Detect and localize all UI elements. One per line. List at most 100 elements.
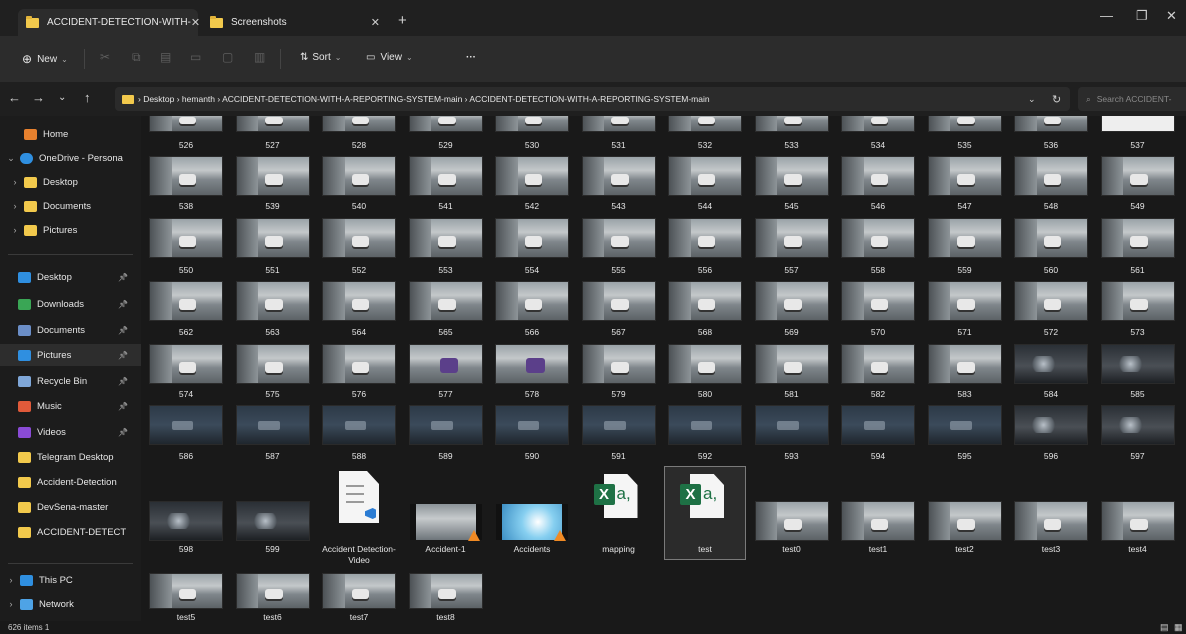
delete-icon[interactable]: ▥ (254, 51, 266, 63)
image-thumbnail (581, 344, 656, 384)
pin-icon[interactable]: 📌 (118, 351, 128, 360)
documents-icon (18, 324, 31, 336)
sidebar-item-videos[interactable]: Videos 📌 (0, 421, 141, 443)
sidebar-item-onedrive-pictures[interactable]: › Pictures (0, 219, 141, 241)
sidebar-item-desktop[interactable]: Desktop 📌 (0, 266, 141, 288)
file-name: 559 (957, 265, 972, 275)
more-options-button[interactable]: ··· (466, 52, 476, 63)
file-name: 575 (265, 389, 280, 399)
up-button[interactable]: ↑ (84, 90, 91, 105)
sidebar-item-downloads[interactable]: Downloads 📌 (0, 293, 141, 315)
rename-icon[interactable]: ▭ (190, 51, 202, 63)
sidebar-item-label: ACCIDENT-DETECT (37, 526, 127, 538)
tab-screenshots[interactable]: Screenshots ✕ (202, 9, 388, 36)
image-thumbnail (408, 573, 483, 609)
cut-icon[interactable]: ✂ (100, 51, 112, 63)
sidebar-item-telegram-desktop[interactable]: Telegram Desktop (0, 446, 141, 468)
image-thumbnail (841, 218, 915, 258)
navigation-pane: Home ⌄ OneDrive - Persona › Desktop › Do… (0, 116, 141, 621)
file-name: test (698, 544, 712, 554)
pin-icon[interactable]: 📌 (118, 402, 128, 411)
new-button[interactable]: ⊕ New ⌄ (22, 52, 68, 66)
sidebar-item-accident-detect[interactable]: ACCIDENT-DETECT (0, 521, 141, 543)
file-name: test0 (782, 544, 801, 554)
pin-icon[interactable]: 📌 (118, 273, 128, 282)
file-name: 532 (697, 140, 713, 150)
forward-button[interactable]: → (32, 90, 45, 105)
file-name: 566 (524, 327, 540, 337)
image-thumbnail (1100, 116, 1175, 132)
sidebar-item-pictures[interactable]: Pictures 📌 (0, 344, 141, 366)
file-name: 592 (697, 451, 713, 461)
command-bar: ⊕ New ⌄ ✂ ⧉ ▤ ▭ ▢ ▥ ⇅ Sort ⌄ ▭ View ⌄ ··… (0, 36, 1186, 83)
back-button[interactable]: ← (8, 90, 21, 105)
sidebar-item-network[interactable]: › Network (0, 593, 141, 615)
sidebar-item-home[interactable]: Home (0, 123, 141, 145)
sidebar-item-music[interactable]: Music 📌 (0, 395, 141, 417)
close-tab-icon[interactable]: ✕ (371, 16, 380, 29)
folder-icon (24, 224, 37, 236)
file-name: 577 (438, 389, 453, 399)
search-input[interactable]: ⌕ Search ACCIDENT- (1078, 87, 1186, 111)
pin-icon[interactable]: 📌 (118, 326, 128, 335)
image-thumbnail (927, 405, 1002, 445)
sidebar-item-onedrive[interactable]: ⌄ OneDrive - Persona (0, 147, 141, 169)
text-line (346, 501, 364, 503)
tab-label: ACCIDENT-DETECTION-WITH- (47, 17, 191, 28)
pin-icon[interactable]: 📌 (118, 377, 128, 386)
image-thumbnail (668, 405, 742, 445)
sidebar-item-onedrive-desktop[interactable]: › Desktop (0, 171, 141, 193)
address-bar[interactable]: › Desktop › hemanth › ACCIDENT-DETECTION… (115, 87, 1070, 111)
minimize-button[interactable]: — (1100, 8, 1113, 23)
sort-button[interactable]: ⇅ Sort ⌄ (300, 52, 341, 63)
sidebar-item-onedrive-documents[interactable]: › Documents (0, 195, 141, 217)
recent-locations-button[interactable]: ⌄ (58, 92, 66, 103)
file-name: 567 (611, 327, 626, 337)
pin-icon[interactable]: 📌 (118, 428, 128, 437)
close-tab-icon[interactable]: ✕ (191, 16, 200, 29)
chevron-right-icon: › (13, 201, 17, 211)
file-name: test2 (955, 544, 974, 554)
file-name: 589 (438, 451, 453, 461)
image-thumbnail (408, 156, 483, 196)
image-thumbnail (235, 405, 310, 445)
breadcrumb: › Desktop › hemanth › ACCIDENT-DETECTION… (138, 94, 710, 104)
sidebar-item-accident-detection[interactable]: Accident-Detection (0, 471, 141, 493)
image-thumbnail (1100, 501, 1175, 541)
sidebar-item-label: Documents (43, 200, 92, 212)
image-thumbnail (754, 501, 829, 541)
image-thumbnail (581, 116, 656, 132)
close-window-button[interactable]: ✕ (1166, 8, 1177, 24)
file-name: 587 (265, 451, 280, 461)
file-name: 582 (870, 389, 886, 399)
address-dropdown-icon[interactable]: ⌄ (1028, 94, 1036, 105)
excel-badge: X (593, 484, 615, 505)
folder-icon (18, 501, 31, 513)
image-thumbnail (322, 218, 396, 258)
sidebar-item-recycle-bin[interactable]: Recycle Bin 📌 (0, 370, 141, 392)
pin-icon[interactable]: 📌 (118, 300, 128, 309)
image-thumbnail (1014, 218, 1088, 258)
computer-icon (20, 574, 33, 586)
details-view-icon[interactable]: ▤ (1160, 622, 1169, 633)
share-icon[interactable]: ▢ (222, 51, 234, 63)
sidebar-item-documents[interactable]: Documents 📌 (0, 319, 141, 341)
restore-button[interactable]: ❐ (1136, 8, 1148, 24)
thumbnail-view-icon[interactable]: ▦ (1174, 622, 1183, 633)
file-name: 543 (611, 201, 626, 211)
view-button[interactable]: ▭ View ⌄ (366, 52, 413, 63)
copy-icon[interactable]: ⧉ (132, 51, 144, 63)
sidebar-item-label: Desktop (37, 271, 72, 283)
home-icon (24, 128, 37, 140)
image-thumbnail (495, 218, 569, 258)
refresh-icon[interactable]: ↻ (1052, 93, 1061, 106)
sidebar-item-this-pc[interactable]: › This PC (0, 569, 141, 591)
tab-accident-detection[interactable]: ACCIDENT-DETECTION-WITH- ✕ (18, 9, 200, 36)
paste-icon[interactable]: ▤ (160, 51, 172, 63)
sidebar-item-devsena-master[interactable]: DevSena-master (0, 496, 141, 518)
music-icon (18, 400, 31, 412)
excel-file-icon: a, X (593, 474, 638, 518)
image-thumbnail (927, 501, 1002, 541)
file-name: 560 (1043, 265, 1059, 275)
new-tab-button[interactable]: + (398, 13, 407, 28)
